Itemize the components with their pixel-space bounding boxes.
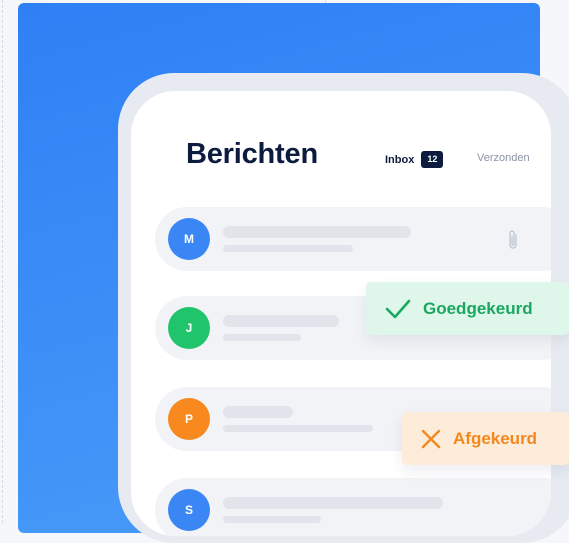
page-title: Berichten (186, 138, 318, 170)
tab-sent[interactable]: Verzonden (477, 152, 530, 164)
message-subject-placeholder (223, 315, 339, 327)
message-subject-placeholder (223, 406, 293, 418)
avatar: M (168, 218, 210, 260)
approved-notification: Goedgekeurd (366, 282, 569, 335)
dashed-guide-left (2, 0, 3, 523)
rejected-label: Afgekeurd (453, 428, 538, 448)
tab-inbox[interactable]: Inbox 12 (385, 151, 444, 168)
inbox-count-badge: 12 (421, 151, 444, 168)
message-subject-placeholder (223, 497, 443, 509)
rejected-notification: Afgekeurd (402, 412, 569, 465)
close-icon (421, 429, 441, 448)
message-preview-placeholder (223, 334, 301, 341)
avatar: S (168, 489, 210, 531)
message-preview-placeholder (223, 425, 373, 432)
message-subject-placeholder (223, 226, 411, 238)
avatar: J (168, 307, 210, 349)
paperclip-icon[interactable] (507, 229, 519, 251)
message-row[interactable]: M (155, 207, 551, 271)
message-row[interactable]: S (155, 478, 551, 536)
tab-inbox-label: Inbox (385, 153, 415, 166)
message-preview-placeholder (223, 245, 353, 252)
avatar: P (168, 398, 210, 440)
check-icon (385, 299, 411, 318)
message-preview-placeholder (223, 516, 321, 523)
approved-label: Goedgekeurd (423, 298, 533, 318)
